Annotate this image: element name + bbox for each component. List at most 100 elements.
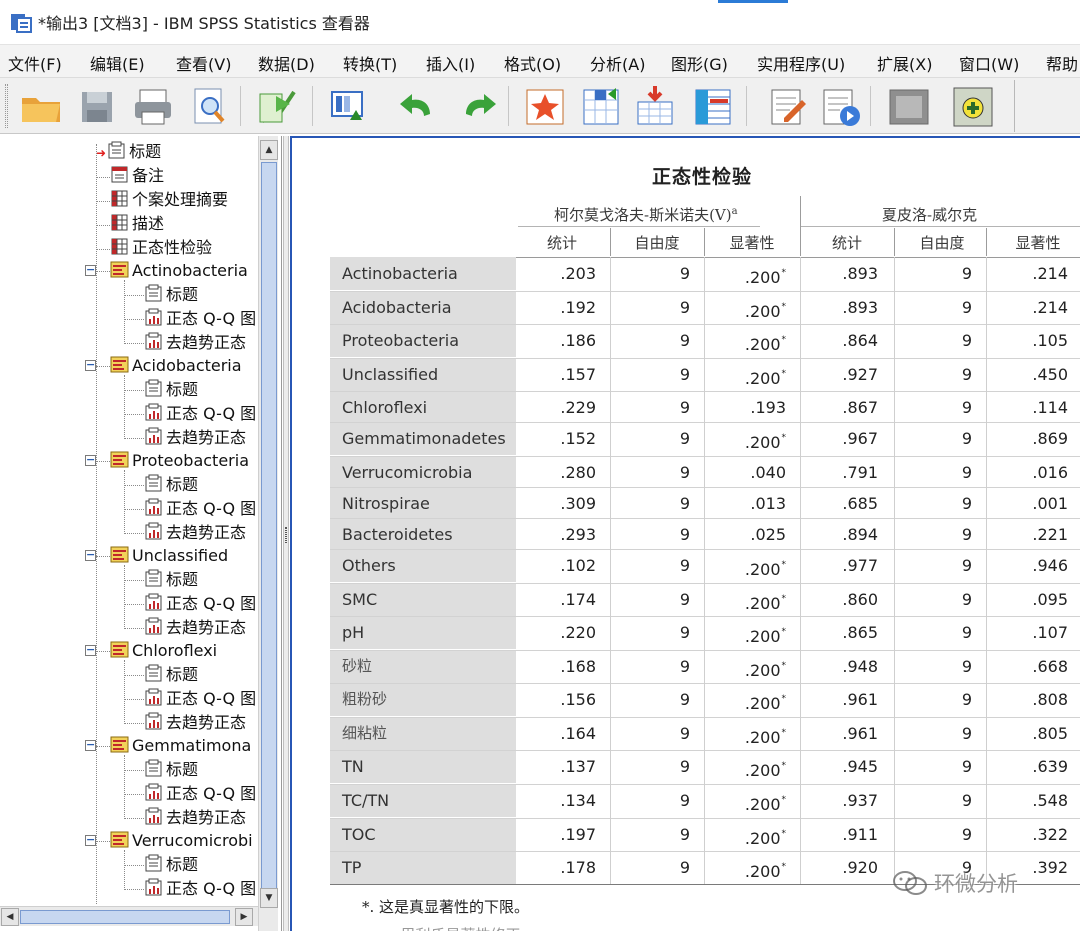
output-content-pane[interactable]: 正态性检验 柯尔莫戈洛夫-斯米诺夫(V)a 夏皮洛-威尔克 统计 自由度 显著性 统计… <box>290 136 1080 931</box>
menu-item[interactable]: 分析(A) <box>590 51 645 75</box>
outline-group[interactable]: Verrucomicrobi <box>110 830 253 852</box>
menu-item[interactable]: 格式(O) <box>504 51 561 75</box>
outline-child-item[interactable]: 正态 Q-Q 图 <box>144 783 256 805</box>
outline-horizontal-scrollbar[interactable]: ◀ ▶ <box>0 906 258 926</box>
outline-child-item[interactable]: 标题 <box>144 284 198 306</box>
table-row[interactable]: TN .137 9 .200* .945 9 .639 <box>330 750 1080 783</box>
outline-child-item[interactable]: 标题 <box>144 379 198 401</box>
outline-group[interactable]: Unclassified <box>110 545 228 567</box>
table-row[interactable]: TOC .197 9 .200* .911 9 .322 <box>330 818 1080 851</box>
undo-icon[interactable] <box>394 84 440 130</box>
table-row[interactable]: TC/TN .134 9 .200* .937 9 .548 <box>330 784 1080 817</box>
collapse-toggle[interactable]: − <box>85 834 96 846</box>
splitter-grip[interactable] <box>285 527 287 543</box>
outline-child-item[interactable]: 去趋势正态 <box>144 617 246 639</box>
outline-child-item[interactable]: 正态 Q-Q 图 <box>144 498 256 520</box>
menu-item[interactable]: 窗口(W) <box>959 51 1019 75</box>
collapse-toggle[interactable]: − <box>85 359 96 371</box>
outline-group[interactable]: Chloroflexi <box>110 640 217 662</box>
outline-pane[interactable]: ➜ 标题 备注 个案处理摘要 描述 正态性检验 − Actinobacteria 标题 正态 Q-… <box>0 136 282 931</box>
table-row[interactable]: Unclassified .157 9 .200* .927 9 .450 <box>330 358 1080 391</box>
outline-child-item[interactable]: 标题 <box>144 759 198 781</box>
menu-item[interactable]: 编辑(E) <box>90 51 145 75</box>
export-icon[interactable] <box>254 84 300 130</box>
table-row[interactable]: 细粘粒 .164 9 .200* .961 9 .805 <box>330 717 1080 750</box>
goto-case-icon[interactable] <box>522 84 568 130</box>
outline-vertical-scrollbar[interactable]: ▲ ▼ <box>258 136 278 931</box>
outline-child-item[interactable]: 去趋势正态 <box>144 522 246 544</box>
print-icon[interactable] <box>130 84 176 130</box>
outline-child-item[interactable]: 正态 Q-Q 图 <box>144 593 256 615</box>
save-icon[interactable] <box>74 84 120 130</box>
toolbar-grip[interactable] <box>5 84 8 128</box>
open-folder-icon[interactable] <box>18 84 64 130</box>
scroll-right-button[interactable]: ▶ <box>235 908 253 926</box>
print-preview-icon[interactable] <box>186 84 232 130</box>
collapse-toggle[interactable]: − <box>85 644 96 656</box>
outline-hscroll-thumb[interactable] <box>20 910 230 924</box>
table-row[interactable]: 粗粉砂 .156 9 .200* .961 9 .808 <box>330 683 1080 716</box>
menu-item[interactable]: 图形(G) <box>671 51 728 75</box>
outline-child-item[interactable]: 去趋势正态 <box>144 712 246 734</box>
outline-child-item[interactable]: 标题 <box>144 854 198 876</box>
menu-item[interactable]: 文件(F) <box>8 51 62 75</box>
redo-icon[interactable] <box>456 84 502 130</box>
outline-child-item[interactable]: 正态 Q-Q 图 <box>144 878 256 900</box>
create-annotation-icon[interactable] <box>950 84 996 130</box>
insert-variable-icon[interactable] <box>690 84 736 130</box>
table-row[interactable]: 砂粒 .168 9 .200* .948 9 .668 <box>330 650 1080 683</box>
menu-item[interactable]: 帮助 <box>1046 51 1078 75</box>
table-row[interactable]: Verrucomicrobia .280 9 .040 .791 9 .016 <box>330 456 1080 489</box>
table-row[interactable]: pH .220 9 .200* .865 9 .107 <box>330 616 1080 649</box>
table-row[interactable]: Proteobacteria .186 9 .200* .864 9 .105 <box>330 324 1080 357</box>
menu-item[interactable]: 转换(T) <box>343 51 397 75</box>
run-script-icon[interactable] <box>818 84 864 130</box>
scroll-left-button[interactable]: ◀ <box>1 908 19 926</box>
collapse-toggle[interactable]: − <box>85 264 96 276</box>
table-row[interactable]: TP .178 9 .200* .920 9 .392 <box>330 851 1080 884</box>
show-all-icon[interactable] <box>886 84 932 130</box>
table-row[interactable]: Gemmatimonadetes .152 9 .200* .967 9 .869 <box>330 422 1080 455</box>
table-row[interactable]: Actinobacteria .203 9 .200* .893 9 .214 <box>330 257 1080 290</box>
menu-item[interactable]: 实用程序(U) <box>757 51 845 75</box>
collapse-toggle[interactable]: − <box>85 454 96 466</box>
collapse-toggle[interactable]: − <box>85 739 96 751</box>
outline-child-item[interactable]: 去趋势正态 <box>144 807 246 829</box>
outline-group[interactable]: Gemmatimona <box>110 735 251 757</box>
goto-variable-icon[interactable] <box>578 84 624 130</box>
table-row[interactable]: Nitrospirae .309 9 .013 .685 9 .001 <box>330 487 1080 520</box>
scroll-down-button[interactable]: ▼ <box>260 888 278 908</box>
outline-child-item[interactable]: 标题 <box>144 664 198 686</box>
menu-item[interactable]: 数据(D) <box>258 51 315 75</box>
outline-item-3[interactable]: 个案处理摘要 <box>110 189 228 211</box>
table-row[interactable]: Bacteroidetes .293 9 .025 .894 9 .221 <box>330 518 1080 551</box>
outline-child-item[interactable]: 标题 <box>144 569 198 591</box>
outline-item-1[interactable]: ➜ 标题 <box>96 141 161 163</box>
outline-scroll-thumb[interactable] <box>261 162 277 904</box>
outline-item-4[interactable]: 描述 <box>110 213 164 235</box>
table-row[interactable]: Others .102 9 .200* .977 9 .946 <box>330 549 1080 582</box>
outline-group[interactable]: Actinobacteria <box>110 260 248 282</box>
menu-item[interactable]: 插入(I) <box>426 51 475 75</box>
outline-child-item[interactable]: 正态 Q-Q 图 <box>144 403 256 425</box>
outline-item-5[interactable]: 正态性检验 <box>110 237 212 259</box>
outline-child-item[interactable]: 正态 Q-Q 图 <box>144 308 256 330</box>
designate-window-icon[interactable] <box>764 84 810 130</box>
outline-item-2[interactable]: 备注 <box>110 165 164 187</box>
table-row[interactable]: SMC .174 9 .200* .860 9 .095 <box>330 583 1080 616</box>
outline-child-item[interactable]: 正态 Q-Q 图 <box>144 688 256 710</box>
outline-child-item[interactable]: 标题 <box>144 474 198 496</box>
scroll-up-button[interactable]: ▲ <box>260 140 278 160</box>
table-row[interactable]: Acidobacteria .192 9 .200* .893 9 .214 <box>330 291 1080 324</box>
table-row[interactable]: Chloroflexi .229 9 .193 .867 9 .114 <box>330 391 1080 424</box>
insert-cases-icon[interactable] <box>632 84 678 130</box>
menu-item[interactable]: 查看(V) <box>176 51 231 75</box>
outline-child-item[interactable]: 去趋势正态 <box>144 427 246 449</box>
outline-group[interactable]: Acidobacteria <box>110 355 242 377</box>
pane-splitter[interactable] <box>283 136 289 931</box>
outline-group[interactable]: Proteobacteria <box>110 450 249 472</box>
recall-dialog-icon[interactable] <box>326 84 372 130</box>
menu-item[interactable]: 扩展(X) <box>877 51 932 75</box>
outline-child-item[interactable]: 去趋势正态 <box>144 332 246 354</box>
collapse-toggle[interactable]: − <box>85 549 96 561</box>
